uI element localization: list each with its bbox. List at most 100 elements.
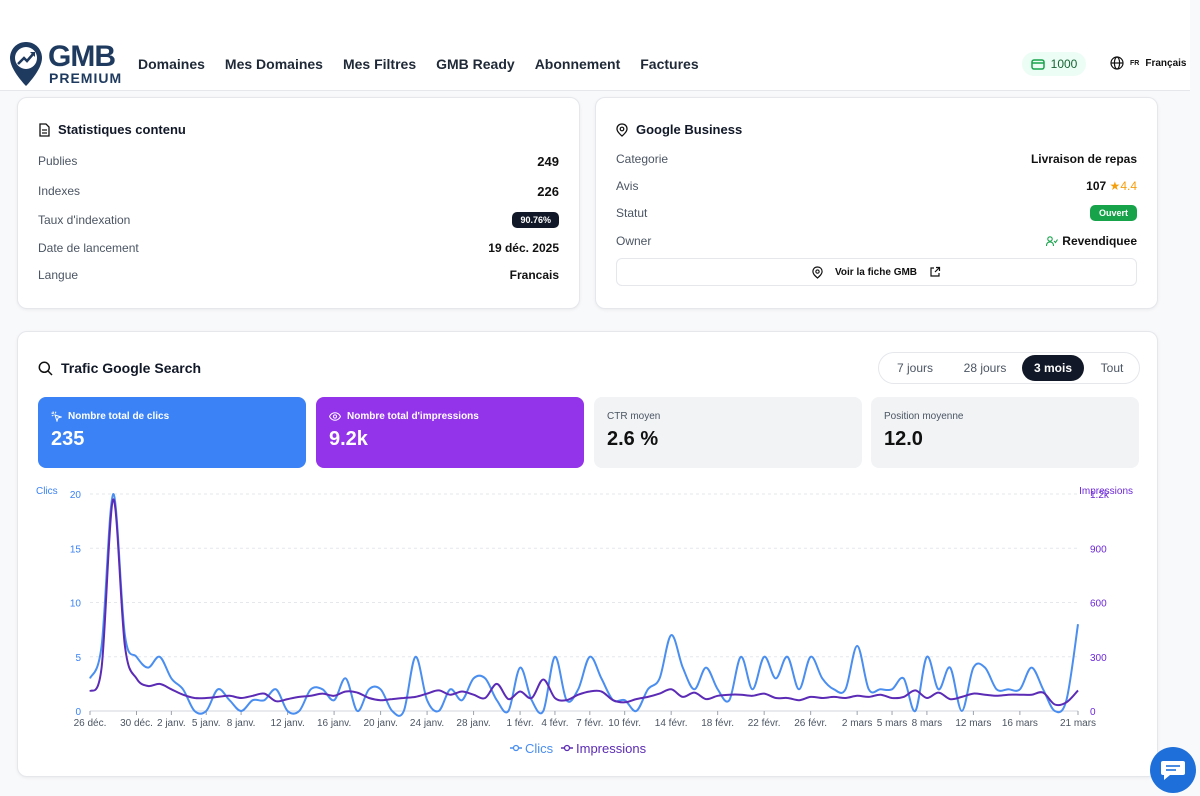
x-tick-label: 8 mars: [912, 718, 943, 729]
stat-row-date-lancement: Date de lancement 19 déc. 2025: [38, 238, 559, 258]
right-tick-label: 900: [1090, 544, 1107, 555]
stat-value: 19 déc. 2025: [488, 241, 559, 255]
right-tick-label: 600: [1090, 599, 1107, 610]
map-pin-logo-icon: [10, 42, 42, 86]
right-tick-label: 0: [1090, 707, 1096, 718]
nav-mes-domaines[interactable]: Mes Domaines: [225, 56, 323, 72]
x-tick-label: 26 déc.: [74, 718, 107, 729]
stat-card-value: 235: [51, 428, 85, 450]
gb-label: Categorie: [616, 152, 669, 166]
tab-28-jours[interactable]: 28 jours: [948, 355, 1022, 381]
stat-value: Francais: [509, 268, 559, 282]
legend-item-impressions[interactable]: Impressions: [561, 741, 647, 756]
document-icon: [39, 122, 50, 137]
stat-label: Taux d'indexation: [38, 213, 131, 227]
language-code: FR: [1130, 59, 1140, 67]
stat-row-langue: Langue Francais: [38, 265, 559, 285]
legend-marker: [512, 744, 520, 752]
x-tick-label: 10 févr.: [608, 718, 641, 729]
left-tick-label: 5: [75, 653, 81, 664]
series-line-clics: [89, 492, 1079, 717]
nav-mes-filtres[interactable]: Mes Filtres: [343, 56, 416, 72]
x-tick-label: 30 déc.: [120, 718, 153, 729]
rating-value: 4.4: [1120, 179, 1137, 193]
stat-card-label: Nombre total d'impressions: [329, 411, 571, 422]
stat-row-taux-indexation: Taux d'indexation 90.76%: [38, 210, 559, 230]
gb-reviews: 107 ★4.4: [1086, 179, 1137, 193]
language-label: Français: [1145, 57, 1187, 69]
stat-card-clics: Nombre total de clics 235: [38, 397, 306, 468]
main-nav: Domaines Mes Domaines Mes Filtres GMB Re…: [138, 56, 699, 72]
x-tick-label: 16 janv.: [317, 718, 351, 729]
chat-bubble-icon: [1161, 761, 1185, 780]
gb-label: Statut: [616, 206, 648, 220]
view-gmb-listing-button[interactable]: Voir la fiche GMB: [616, 258, 1137, 286]
x-tick-label: 22 févr.: [748, 718, 781, 729]
language-selector[interactable]: FR Français: [1110, 56, 1186, 70]
period-tabs: 7 jours 28 jours 3 mois Tout: [878, 352, 1140, 384]
x-tick-label: 1 févr.: [506, 718, 533, 729]
legend-marker: [563, 744, 571, 752]
gb-value: Livraison de repas: [1030, 152, 1137, 166]
x-tick-label: 12 mars: [955, 718, 991, 729]
x-tick-label: 28 janv.: [456, 718, 490, 729]
logo-sub-text: PREMIUM: [49, 70, 123, 86]
stat-card-label: Position moyenne: [884, 411, 964, 422]
gb-label: Owner: [616, 234, 652, 248]
legend-label: Impressions: [576, 741, 647, 756]
left-axis-title: Clics: [36, 486, 58, 497]
gmb-premium-logo[interactable]: GMB PREMIUM: [8, 40, 128, 88]
stat-card-label: Nombre total de clics: [51, 411, 293, 422]
x-tick-label: 14 févr.: [655, 718, 688, 729]
x-tick-label: 20 janv.: [363, 718, 397, 729]
stat-row-publies: Publies 249: [38, 151, 559, 171]
x-tick-label: 16 mars: [1002, 718, 1038, 729]
stat-card-impressions: Nombre total d'impressions 9.2k: [316, 397, 584, 468]
tab-tout[interactable]: Tout: [1084, 355, 1140, 381]
stat-card-ctr: CTR moyen 2.6 %: [594, 397, 862, 468]
x-axis: 26 déc. 30 déc. 2 janv. 5 janv. 8 janv. 12 ja…: [74, 710, 1096, 729]
nav-gmb-ready[interactable]: GMB Ready: [436, 56, 515, 72]
top-navigation-bar: GMB PREMIUM Domaines Mes Domaines Mes Fi…: [0, 0, 1190, 91]
stat-card-position: Position moyenne 12.0: [871, 397, 1139, 468]
star-icon: ★: [1109, 179, 1121, 193]
x-tick-label: 18 févr.: [701, 718, 734, 729]
x-tick-label: 2 janv.: [157, 718, 186, 729]
logo-main-text: GMB: [48, 40, 116, 73]
chat-button[interactable]: [1150, 747, 1196, 793]
stat-card-value: 12.0: [884, 428, 923, 450]
indexation-rate-badge: 90.76%: [512, 212, 559, 228]
x-tick-label: 12 janv.: [270, 718, 304, 729]
left-tick-label: 15: [70, 544, 82, 555]
legend-label: Clics: [525, 741, 554, 756]
credits-badge[interactable]: 1000: [1022, 52, 1086, 76]
left-tick-label: 0: [75, 707, 81, 718]
review-count: 107: [1086, 179, 1107, 193]
nav-domaines[interactable]: Domaines: [138, 56, 205, 72]
status-badge: Ouvert: [1089, 205, 1137, 221]
stat-label: Publies: [38, 154, 78, 168]
nav-factures[interactable]: Factures: [640, 56, 698, 72]
tab-7-jours[interactable]: 7 jours: [882, 355, 948, 381]
left-tick-label: 20: [70, 490, 82, 501]
x-tick-label: 24 janv.: [410, 718, 444, 729]
left-tick-label: 10: [70, 599, 82, 610]
nav-abonnement[interactable]: Abonnement: [535, 56, 621, 72]
chart-grid: [90, 493, 1078, 712]
google-business-title: Google Business: [616, 122, 742, 137]
map-pin-icon: [616, 122, 628, 137]
stat-row-indexes: Indexes 226: [38, 181, 559, 201]
gb-row-statut: Statut Ouvert: [616, 203, 1137, 223]
stat-label: Langue: [38, 268, 79, 282]
content-stats-card: Statistiques contenu Publies 249 Indexes…: [17, 97, 580, 309]
view-gmb-label: Voir la fiche GMB: [834, 266, 918, 278]
google-business-card: Google Business Categorie Livraison de r…: [595, 97, 1158, 309]
user-check-icon: [1046, 235, 1059, 246]
right-axis: 03006009001.2kImpressions: [1079, 486, 1133, 718]
x-tick-label: 8 janv.: [227, 718, 256, 729]
tab-3-mois[interactable]: 3 mois: [1022, 355, 1084, 381]
chart-legend[interactable]: Clics Impressions: [510, 741, 647, 756]
stat-value: 249: [537, 153, 559, 169]
x-tick-label: 4 févr.: [541, 718, 568, 729]
legend-item-clics[interactable]: Clics: [510, 741, 554, 756]
